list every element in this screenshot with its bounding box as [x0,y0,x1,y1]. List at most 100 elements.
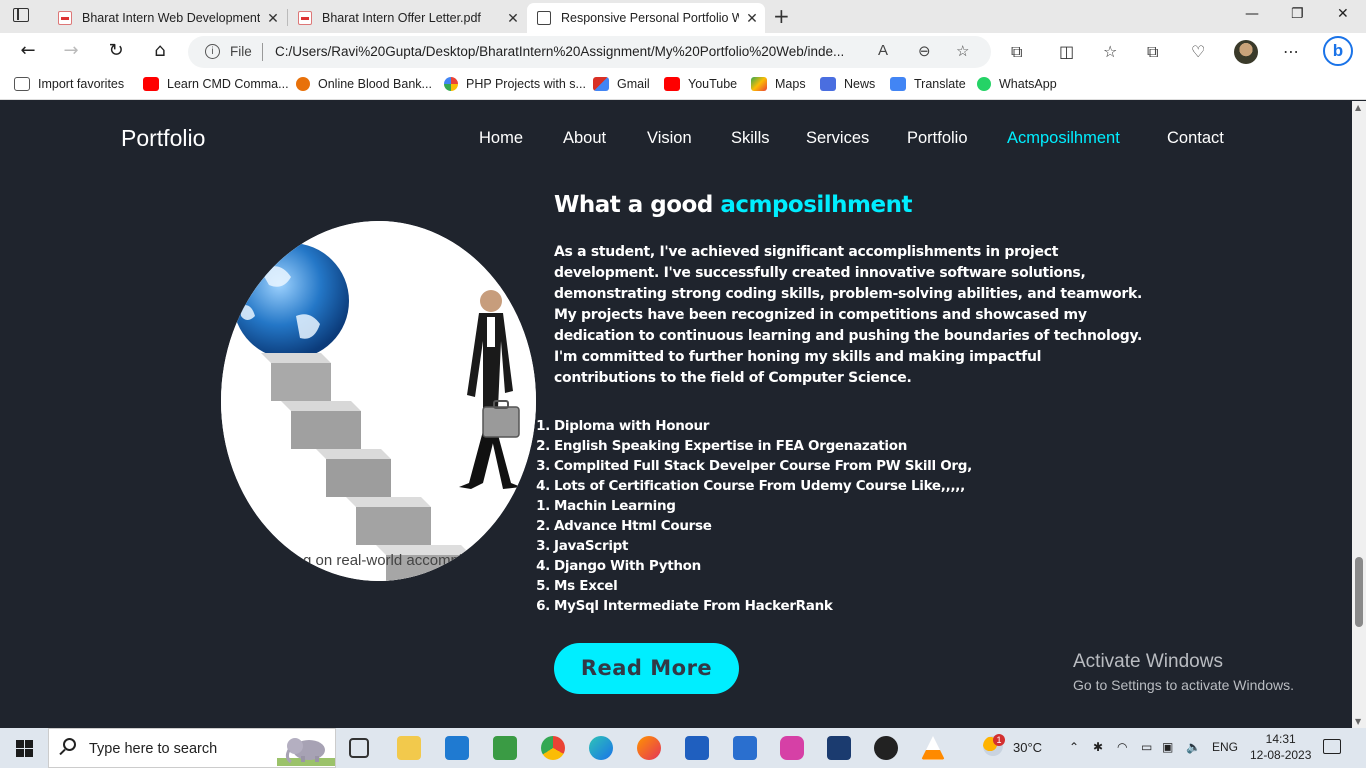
nav-services[interactable]: Services [806,129,869,148]
scroll-down-icon[interactable]: ▼ [1355,717,1361,726]
nav-vision[interactable]: Vision [647,129,692,148]
page-scrollbar[interactable]: ▲ ▼ [1352,101,1366,728]
gmail-icon [593,77,609,91]
minimize-icon[interactable]: — [1245,6,1259,22]
close-tab-icon[interactable]: ✕ [500,10,526,27]
scheme-label: File [230,44,252,59]
scroll-thumb[interactable] [1355,557,1363,627]
favorite-star-icon[interactable]: ☆ [956,42,969,60]
browser-tab-1[interactable]: Bharat Intern Web Development... ✕ [48,3,286,33]
notepadpp-icon[interactable] [493,736,517,760]
store-icon[interactable] [685,736,709,760]
translate-icon [890,77,906,91]
wps-office-icon[interactable] [780,736,804,760]
youtube-icon [664,77,680,91]
performance-icon[interactable]: ♡ [1191,42,1205,61]
file-explorer-icon[interactable] [397,736,421,760]
site-logo[interactable]: Portfolio [121,125,205,152]
address-divider [262,43,263,61]
favorite-item[interactable]: Learn CMD Comma... [143,77,289,91]
forward-icon[interactable]: → [60,40,82,61]
language-indicator[interactable]: ENG [1212,740,1238,754]
firefox-icon[interactable] [637,736,661,760]
favorite-label: Learn CMD Comma... [167,77,289,91]
favorite-label: News [844,77,876,91]
list-item: 3. JavaScript [536,538,629,554]
battery-icon[interactable]: ▭ [1141,740,1152,754]
list-item: 6. MySql Intermediate From HackerRank [536,598,833,614]
close-tab-icon[interactable]: ✕ [739,10,765,27]
mail-icon[interactable] [733,736,757,760]
nav-contact[interactable]: Contact [1167,129,1224,148]
accomplishment-image: g on real-world accompli [221,221,536,581]
zoom-icon[interactable]: ⊖ [918,42,931,60]
nav-skills[interactable]: Skills [731,129,770,148]
favorite-item[interactable]: WhatsApp [977,77,1057,91]
accomplishment-list: 1. Diploma with Honour 2. English Speaking… [530,416,972,616]
list-item: 2. Advance Html Course [536,518,712,534]
clock[interactable]: 14:31 12-08-2023 [1250,731,1311,763]
favorite-label: Translate [914,77,966,91]
media-player-icon[interactable] [874,736,898,760]
profile-avatar[interactable] [1234,40,1258,64]
tab-title: Bharat Intern Web Development... [82,11,260,25]
url-text[interactable]: C:/Users/Ravi%20Gupta/Desktop/BharatInte… [275,44,865,59]
vscode-icon[interactable] [445,736,469,760]
address-bar[interactable]: i File C:/Users/Ravi%20Gupta/Desktop/Bha… [188,36,991,68]
new-tab-icon[interactable]: + [773,4,790,28]
search-placeholder: Type here to search [89,741,218,757]
tab-title: Responsive Personal Portfolio We... [561,11,739,25]
wifi-icon[interactable]: ◠ [1117,740,1127,754]
show-hidden-icons-icon[interactable]: ⌃ [1069,740,1079,754]
info-icon[interactable]: i [205,44,220,59]
nav-about[interactable]: About [563,129,606,148]
task-view-icon[interactable] [349,738,369,758]
youtube-icon [143,77,159,91]
favorite-item[interactable]: Maps [751,77,806,91]
pdf-icon [298,11,312,25]
restore-icon[interactable]: ❐ [1291,6,1304,22]
taskbar-search[interactable]: Type here to search [48,728,336,768]
mysql-workbench-icon[interactable] [827,736,851,760]
bing-copilot-icon[interactable]: b [1323,36,1353,66]
windows-start-icon[interactable] [16,740,33,757]
browser-tab-3-active[interactable]: Responsive Personal Portfolio We... ✕ [527,3,765,33]
favorite-item[interactable]: Translate [890,77,966,91]
nav-portfolio[interactable]: Portfolio [907,129,968,148]
favorite-item[interactable]: Import favorites [14,77,124,91]
maps-icon [751,77,767,91]
tab-actions-icon[interactable] [13,8,29,22]
more-menu-icon[interactable]: ⋯ [1283,42,1299,61]
favorites-icon[interactable]: ☆ [1103,42,1117,61]
favorite-item[interactable]: PHP Projects with s... [444,77,586,91]
close-tab-icon[interactable]: ✕ [260,10,286,27]
notification-center-icon[interactable] [1323,739,1341,754]
browser-tab-2[interactable]: Bharat Intern Offer Letter.pdf ✕ [288,3,526,33]
split-screen-icon[interactable]: ◫ [1059,42,1074,61]
refresh-icon[interactable]: ↻ [105,40,127,61]
pdf-icon [58,11,72,25]
nav-accomplishment[interactable]: Acmposilhment [1007,129,1120,148]
display-icon[interactable]: ▣ [1162,740,1173,754]
bluetooth-icon[interactable]: ✱ [1093,740,1103,754]
scroll-up-icon[interactable]: ▲ [1355,103,1361,112]
favorite-item[interactable]: YouTube [664,77,737,91]
edge-icon[interactable] [589,736,613,760]
favorite-item[interactable]: Online Blood Bank... [296,77,432,91]
close-window-icon[interactable]: ✕ [1337,6,1349,22]
extensions-icon[interactable]: ⧉ [1011,42,1022,62]
vlc-icon[interactable] [921,736,945,760]
nav-home[interactable]: Home [479,129,523,148]
read-aloud-icon[interactable]: A [878,42,888,59]
favorite-label: PHP Projects with s... [466,77,586,91]
back-icon[interactable]: ← [17,40,39,61]
favorite-item[interactable]: News [820,77,875,91]
weather-temperature[interactable]: 30°C [1013,740,1042,755]
read-more-button[interactable]: Read More [554,643,739,694]
chrome-icon[interactable] [541,736,565,760]
favorite-item[interactable]: Gmail [593,77,650,91]
home-icon[interactable]: ⌂ [149,40,171,61]
collections-icon[interactable]: ⧉ [1147,42,1158,62]
tab-title: Bharat Intern Offer Letter.pdf [322,11,481,25]
volume-icon[interactable]: 🔈 [1186,740,1201,754]
